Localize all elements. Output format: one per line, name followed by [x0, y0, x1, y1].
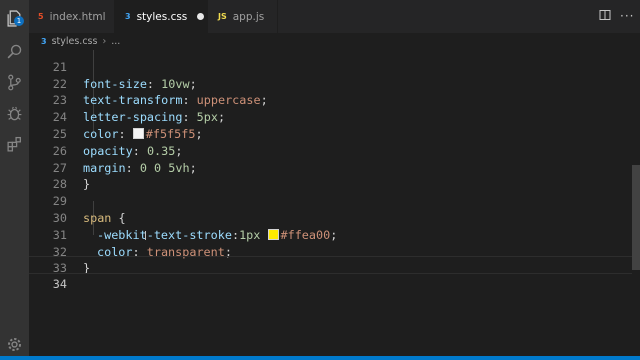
- code-line[interactable]: 31 color: transparent;: [29, 210, 632, 259]
- code-line[interactable]: 23 letter-spacing: 5px;: [29, 76, 632, 124]
- debug-icon[interactable]: [5, 104, 24, 123]
- code-line[interactable]: 28: [29, 160, 632, 191]
- current-line[interactable]: 34: [29, 256, 632, 291]
- code-line[interactable]: 21 font-size: 10vw;: [29, 42, 632, 91]
- notification-badge: 1: [14, 16, 24, 26]
- mouse-cursor-icon: [145, 231, 146, 240]
- code-line[interactable]: 29 span {: [29, 176, 632, 225]
- tab-styles-css[interactable]: 3 styles.css: [115, 0, 208, 33]
- source-control-icon[interactable]: [5, 73, 24, 92]
- code-line[interactable]: 24 color: #f5f5f5;: [29, 92, 632, 141]
- code-line[interactable]: 32 }: [29, 227, 632, 276]
- tab-app-js[interactable]: JS app.js: [208, 0, 278, 33]
- tab-label: styles.css: [136, 10, 188, 23]
- tab-index-html[interactable]: 5 index.html: [29, 0, 115, 33]
- code-line[interactable]: 22 text-transform: uppercase;: [29, 59, 632, 108]
- html-file-icon: 5: [38, 12, 44, 21]
- vscode-window: 1 5 index.html 3 styles.css JS app.js ··…: [0, 0, 640, 360]
- status-bar: [0, 356, 640, 360]
- tab-label: index.html: [49, 10, 106, 23]
- tab-label: app.js: [232, 10, 265, 23]
- unsaved-dot-icon[interactable]: [197, 13, 205, 20]
- code-line[interactable]: 26 margin: 0 0 5vh;: [29, 126, 632, 175]
- code-line[interactable]: 27 }: [29, 143, 632, 192]
- js-file-icon: JS: [218, 12, 227, 21]
- line-number: 34: [52, 277, 67, 292]
- css-file-icon: 3: [125, 12, 131, 21]
- scrollbar-thumb[interactable]: [632, 165, 640, 270]
- more-actions-icon[interactable]: ···: [620, 9, 634, 23]
- code-editor[interactable]: 21 font-size: 10vw; 22 text-transform: u…: [29, 50, 632, 360]
- code-line[interactable]: 30 -webkit-text-stroke:1px #ffea00;: [29, 193, 632, 242]
- activity-bar: 1: [0, 0, 29, 360]
- manage-icon[interactable]: [5, 335, 24, 354]
- split-editor-icon[interactable]: [599, 9, 611, 24]
- extensions-icon[interactable]: [5, 135, 24, 154]
- search-icon[interactable]: [5, 42, 24, 61]
- code-line[interactable]: 25 opacity: 0.35;: [29, 109, 632, 158]
- tab-bar: 5 index.html 3 styles.css JS app.js ···: [29, 0, 640, 33]
